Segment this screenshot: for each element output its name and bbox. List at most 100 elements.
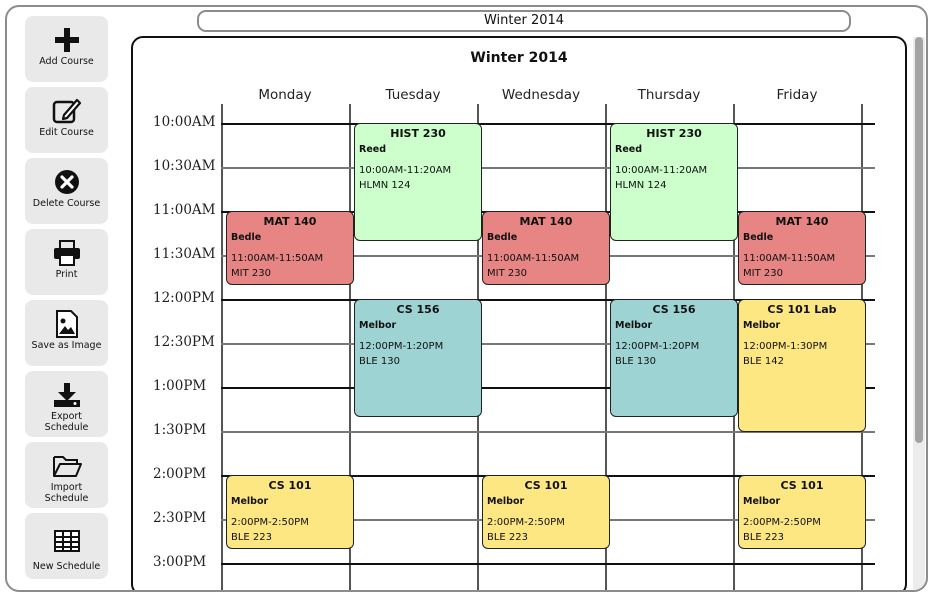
course-time: 2:00PM-2:50PM bbox=[743, 517, 821, 528]
delete-course-label: Delete Course bbox=[32, 198, 101, 209]
course-instructor: Melbor bbox=[359, 320, 397, 331]
course-code: CS 101 Lab bbox=[767, 303, 837, 316]
course-time: 11:00AM-11:50AM bbox=[743, 253, 836, 264]
time-label: 11:00AM bbox=[153, 202, 216, 218]
scrollbar-thumb[interactable] bbox=[915, 37, 923, 443]
import-schedule-button[interactable]: Import Schedule bbox=[25, 442, 108, 508]
time-label: 11:30AM bbox=[153, 246, 216, 262]
print-button[interactable]: Print bbox=[25, 229, 108, 295]
delete-course-button[interactable]: Delete Course bbox=[25, 158, 108, 224]
course-instructor: Reed bbox=[359, 144, 387, 155]
add-course-button[interactable]: Add Course bbox=[25, 16, 108, 82]
course-code: MAT 140 bbox=[775, 215, 829, 228]
time-label: 1:00PM bbox=[153, 378, 207, 394]
time-label: 2:30PM bbox=[153, 510, 207, 526]
course-code: MAT 140 bbox=[519, 215, 573, 228]
course-block-cs101-monday[interactable]: CS 101 Melbor 2:00PM-2:50PM BLE 223 bbox=[226, 475, 354, 549]
course-block-mat140-monday[interactable]: MAT 140 Bedle 11:00AM-11:50AM MIT 230 bbox=[226, 211, 354, 285]
schedule-panel: Winter 2014 Monday Tuesday Wednesday Thu… bbox=[131, 36, 907, 590]
print-label: Print bbox=[55, 269, 78, 280]
course-time: 10:00AM-11:20AM bbox=[615, 165, 708, 176]
plus-icon bbox=[54, 26, 80, 54]
time-label: 3:00PM bbox=[153, 554, 207, 570]
course-time: 12:00PM-1:20PM bbox=[615, 341, 700, 352]
course-block-mat140-friday[interactable]: MAT 140 Bedle 11:00AM-11:50AM MIT 230 bbox=[738, 211, 866, 285]
course-instructor: Melbor bbox=[231, 496, 269, 507]
course-code: CS 156 bbox=[652, 303, 696, 316]
course-room: BLE 223 bbox=[487, 532, 529, 543]
course-block-hist230-tuesday[interactable]: HIST 230 Reed 10:00AM-11:20AM HLMN 124 bbox=[354, 123, 482, 241]
new-schedule-button[interactable]: New Schedule bbox=[25, 513, 108, 579]
image-icon bbox=[55, 310, 79, 338]
course-time: 2:00PM-2:50PM bbox=[487, 517, 565, 528]
time-label: 10:30AM bbox=[153, 158, 216, 174]
course-room: HLMN 124 bbox=[615, 180, 667, 191]
course-instructor: Melbor bbox=[487, 496, 525, 507]
course-instructor: Melbor bbox=[615, 320, 653, 331]
course-code: CS 101 bbox=[268, 479, 312, 492]
time-label: 10:00AM bbox=[153, 114, 216, 130]
course-code: HIST 230 bbox=[390, 127, 446, 140]
time-label: 1:30PM bbox=[153, 422, 207, 438]
course-instructor: Melbor bbox=[743, 496, 781, 507]
course-room: BLE 130 bbox=[359, 356, 401, 367]
vertical-scrollbar[interactable] bbox=[913, 37, 925, 589]
course-room: HLMN 124 bbox=[359, 180, 411, 191]
download-icon bbox=[53, 381, 81, 409]
day-header-thursday: Thursday bbox=[637, 87, 701, 103]
export-schedule-label: Export Schedule bbox=[44, 411, 89, 433]
app-window: Add Course Edit Course Delete Course Pri… bbox=[5, 5, 928, 592]
course-time: 12:00PM-1:30PM bbox=[743, 341, 828, 352]
edit-course-button[interactable]: Edit Course bbox=[25, 87, 108, 153]
day-header-wednesday: Wednesday bbox=[501, 87, 581, 103]
printer-icon bbox=[53, 239, 81, 267]
course-time: 11:00AM-11:50AM bbox=[487, 253, 580, 264]
course-room: MIT 230 bbox=[487, 268, 527, 279]
course-instructor: Bedle bbox=[487, 232, 518, 243]
course-instructor: Bedle bbox=[743, 232, 774, 243]
course-time: 10:00AM-11:20AM bbox=[359, 165, 452, 176]
course-room: MIT 230 bbox=[743, 268, 783, 279]
course-block-cs101-friday[interactable]: CS 101 Melbor 2:00PM-2:50PM BLE 223 bbox=[738, 475, 866, 549]
export-schedule-button[interactable]: Export Schedule bbox=[25, 371, 108, 437]
course-code: CS 101 bbox=[524, 479, 568, 492]
course-block-cs156-tuesday[interactable]: CS 156 Melbor 12:00PM-1:20PM BLE 130 bbox=[354, 299, 482, 417]
course-time: 11:00AM-11:50AM bbox=[231, 253, 324, 264]
course-room: BLE 142 bbox=[743, 356, 785, 367]
day-header-monday: Monday bbox=[258, 87, 312, 103]
sidebar: Add Course Edit Course Delete Course Pri… bbox=[7, 7, 127, 590]
course-room: BLE 223 bbox=[231, 532, 273, 543]
course-block-mat140-wednesday[interactable]: MAT 140 Bedle 11:00AM-11:50AM MIT 230 bbox=[482, 211, 610, 285]
course-room: BLE 130 bbox=[615, 356, 657, 367]
add-course-label: Add Course bbox=[39, 56, 94, 67]
course-block-cs156-thursday[interactable]: CS 156 Melbor 12:00PM-1:20PM BLE 130 bbox=[610, 299, 738, 417]
course-block-cs101lab-friday[interactable]: CS 101 Lab Melbor 12:00PM-1:30PM BLE 142 bbox=[738, 299, 866, 432]
import-schedule-label: Import Schedule bbox=[44, 482, 89, 504]
delete-circle-icon bbox=[54, 168, 80, 196]
folder-icon bbox=[52, 452, 82, 480]
course-instructor: Reed bbox=[615, 144, 643, 155]
save-as-image-button[interactable]: Save as Image bbox=[25, 300, 108, 366]
course-code: CS 101 bbox=[780, 479, 824, 492]
course-room: MIT 230 bbox=[231, 268, 271, 279]
course-code: MAT 140 bbox=[263, 215, 317, 228]
grid-half-hour-line bbox=[221, 167, 875, 169]
table-icon bbox=[53, 527, 80, 555]
time-label: 2:00PM bbox=[153, 466, 207, 482]
edit-icon bbox=[52, 97, 82, 125]
grid-hour-line bbox=[221, 123, 875, 125]
schedule-title: Winter 2014 bbox=[470, 50, 568, 66]
time-label: 12:30PM bbox=[153, 334, 215, 350]
course-time: 12:00PM-1:20PM bbox=[359, 341, 444, 352]
course-code: CS 156 bbox=[396, 303, 440, 316]
course-block-cs101-wednesday[interactable]: CS 101 Melbor 2:00PM-2:50PM BLE 223 bbox=[482, 475, 610, 549]
course-room: BLE 223 bbox=[743, 532, 785, 543]
course-block-hist230-thursday[interactable]: HIST 230 Reed 10:00AM-11:20AM HLMN 124 bbox=[610, 123, 738, 241]
new-schedule-label: New Schedule bbox=[32, 561, 101, 572]
course-time: 2:00PM-2:50PM bbox=[231, 517, 309, 528]
course-instructor: Melbor bbox=[743, 320, 781, 331]
schedule-name-input[interactable]: Winter 2014 bbox=[197, 10, 851, 32]
day-header-tuesday: Tuesday bbox=[385, 87, 441, 103]
day-header-friday: Friday bbox=[776, 87, 818, 103]
grid-hour-line bbox=[221, 563, 875, 565]
